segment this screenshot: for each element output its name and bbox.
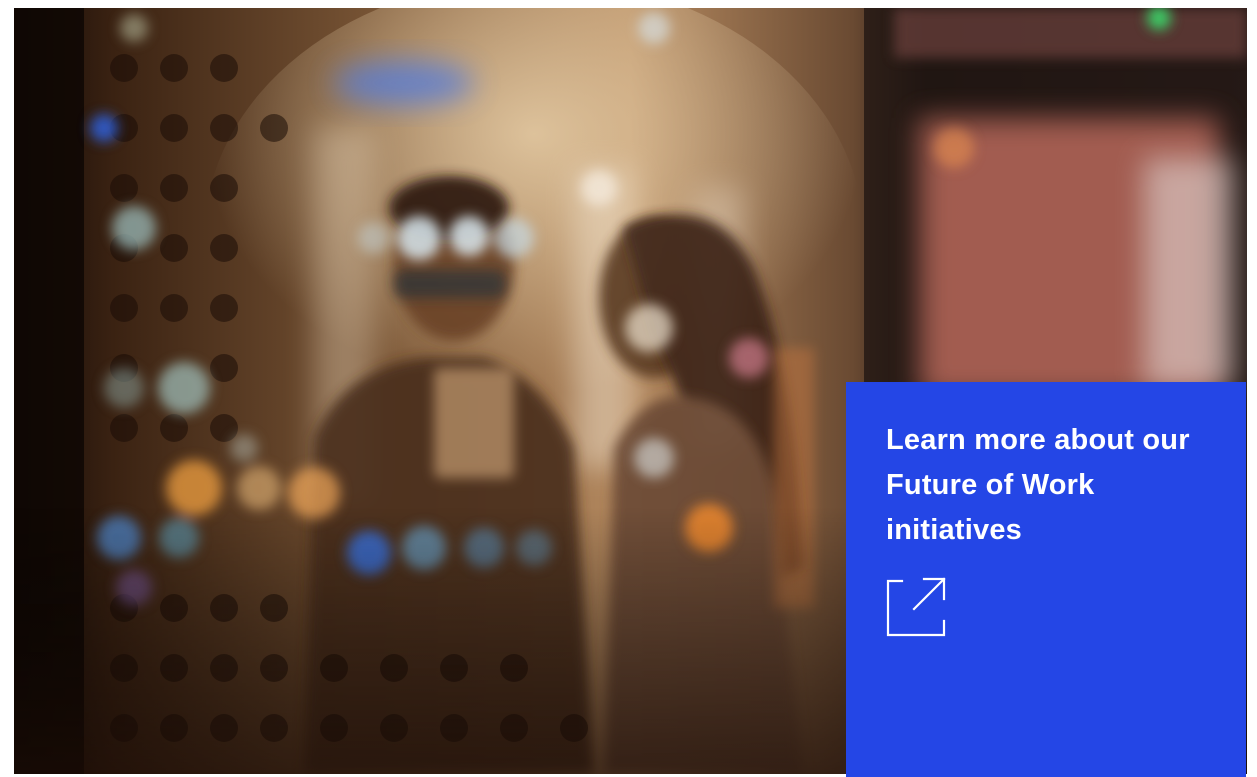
- future-of-work-promo-link[interactable]: Learn more about our Future of Work init…: [846, 382, 1246, 777]
- promo-text: Learn more about our Future of Work init…: [886, 424, 1190, 546]
- external-link-icon: [886, 577, 946, 637]
- page: Learn more about our Future of Work init…: [0, 0, 1257, 777]
